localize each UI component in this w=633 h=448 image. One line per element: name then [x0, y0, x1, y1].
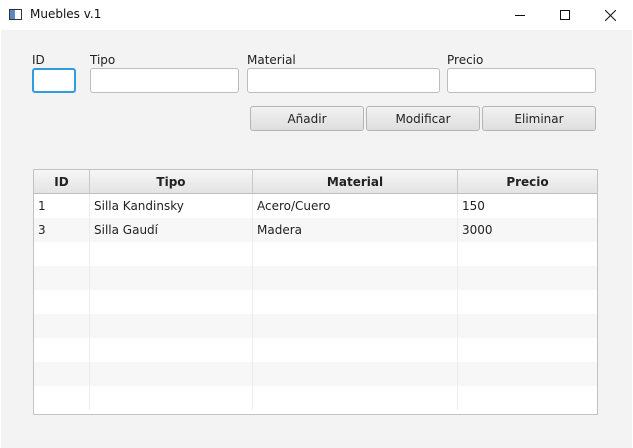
empty-cell [90, 242, 253, 266]
empty-cell [90, 338, 253, 362]
furniture-table[interactable]: ID Tipo Material Precio 1 Silla Kandinsk… [33, 169, 598, 415]
empty-cell [34, 362, 90, 386]
id-field[interactable] [34, 70, 74, 91]
empty-table-row [34, 266, 597, 290]
empty-cell [34, 290, 90, 314]
close-button[interactable] [587, 0, 633, 30]
title-bar: Muebles v.1 [0, 0, 633, 30]
cell-material: Madera [253, 218, 458, 242]
empty-cell [253, 290, 458, 314]
empty-cell [90, 386, 253, 410]
column-header-material[interactable]: Material [253, 170, 458, 194]
maximize-icon [560, 10, 570, 20]
cell-id: 3 [34, 218, 90, 242]
empty-table-row [34, 362, 597, 386]
empty-cell [458, 242, 597, 266]
cell-precio: 3000 [462, 223, 493, 237]
empty-table-row [34, 242, 597, 266]
window-title: Muebles v.1 [30, 7, 102, 21]
empty-cell [253, 362, 458, 386]
delete-button[interactable]: Eliminar [482, 106, 596, 131]
empty-table-row [34, 338, 597, 362]
empty-cell [458, 314, 597, 338]
cell-tipo: Silla Gaudí [90, 218, 253, 242]
cell-id: 1 [34, 194, 90, 218]
empty-cell [458, 362, 597, 386]
app-window-icon [9, 9, 22, 20]
empty-cell [34, 386, 90, 410]
main-panel: ID Tipo Material Precio Añadir Modificar… [1, 30, 632, 448]
empty-cell [253, 314, 458, 338]
id-field-wrapper [32, 68, 76, 93]
material-field-wrapper [247, 68, 440, 93]
empty-cell [458, 386, 597, 410]
table-row[interactable]: 1 Silla Kandinsky Acero/Cuero 150 [34, 194, 597, 218]
empty-cell [458, 338, 597, 362]
empty-cell [253, 386, 458, 410]
material-label: Material [247, 53, 296, 67]
minimize-icon [515, 15, 525, 16]
cell-tipo: Silla Kandinsky [90, 194, 253, 218]
column-header-tipo[interactable]: Tipo [90, 170, 253, 194]
empty-cell [458, 290, 597, 314]
empty-cell [253, 266, 458, 290]
empty-cell [90, 314, 253, 338]
empty-cell [90, 266, 253, 290]
empty-cell [34, 266, 90, 290]
precio-field-wrapper [447, 68, 596, 93]
column-header-precio[interactable]: Precio [458, 170, 597, 194]
empty-cell [90, 290, 253, 314]
cell-material: Acero/Cuero [253, 194, 458, 218]
empty-cell [253, 242, 458, 266]
cell-precio: 150 [462, 199, 485, 213]
close-icon [604, 9, 616, 21]
table-row[interactable]: 3 Silla Gaudí Madera 3000 [34, 218, 597, 242]
empty-table-row [34, 314, 597, 338]
tipo-label: Tipo [90, 53, 116, 67]
table-header: ID Tipo Material Precio [34, 170, 597, 194]
empty-cell [90, 362, 253, 386]
empty-cell [34, 314, 90, 338]
tipo-field[interactable] [91, 69, 238, 92]
empty-table-row [34, 290, 597, 314]
add-button[interactable]: Añadir [250, 106, 364, 131]
material-field[interactable] [248, 69, 439, 92]
precio-field[interactable] [448, 69, 595, 92]
empty-cell [253, 338, 458, 362]
empty-cell [34, 242, 90, 266]
modify-button[interactable]: Modificar [366, 106, 480, 131]
id-label: ID [32, 53, 45, 67]
tipo-field-wrapper [90, 68, 239, 93]
empty-cell [34, 338, 90, 362]
empty-cell [458, 266, 597, 290]
column-header-id[interactable]: ID [34, 170, 90, 194]
maximize-button[interactable] [542, 0, 588, 30]
minimize-button[interactable] [497, 0, 543, 30]
empty-table-row [34, 386, 597, 410]
table-body: 1 Silla Kandinsky Acero/Cuero 150 3 Sill… [34, 194, 597, 410]
precio-label: Precio [447, 53, 484, 67]
